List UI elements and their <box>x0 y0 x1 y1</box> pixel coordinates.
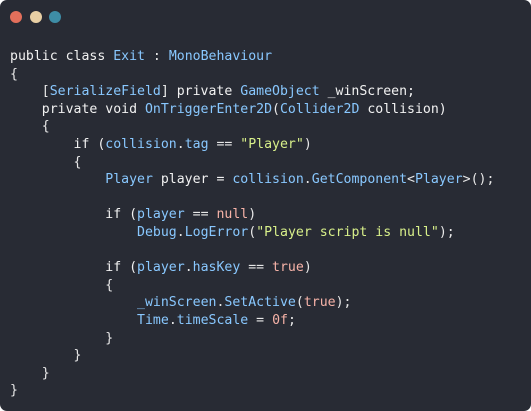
code-token: collision <box>105 136 177 152</box>
code-token: _winScreen; <box>319 84 415 100</box>
code-line: { <box>10 118 494 136</box>
code-line: { <box>10 154 494 172</box>
code-token: if ( <box>10 136 106 152</box>
code-token: "Player script is null" <box>256 224 439 240</box>
code-token: < <box>407 172 415 188</box>
code-line: Time.timeScale = 0f; <box>10 312 494 330</box>
code-token: ( <box>295 295 304 311</box>
code-token: SerializeField <box>49 84 161 100</box>
code-token: : <box>144 49 169 64</box>
code-token: if ( <box>10 207 138 223</box>
code-token: tag <box>184 136 209 152</box>
code-line: { <box>10 66 494 84</box>
code-line: if (player == null) <box>10 206 494 224</box>
code-token: Collider2D <box>279 101 360 117</box>
code-line: if (player.hasKey == true) <box>10 259 494 277</box>
code-token: } <box>10 348 82 364</box>
code-token: GetComponent <box>311 172 408 188</box>
code-token: Exit <box>113 49 145 64</box>
code-token: [ <box>10 84 50 100</box>
code-token: ); <box>438 224 455 240</box>
code-token: collision) <box>359 101 447 117</box>
code-token: 0f <box>272 312 288 328</box>
code-token: . <box>176 136 185 152</box>
code-line: { <box>10 277 494 295</box>
code-token: { <box>10 119 50 135</box>
code-line: if (collision.tag == "Player") <box>10 136 494 154</box>
title-bar <box>0 0 531 34</box>
code-line: Debug.LogError("Player script is null"); <box>10 224 494 242</box>
code-token: true <box>303 295 336 311</box>
code-token: timeScale <box>176 312 249 328</box>
code-token: } <box>10 365 50 381</box>
code-token: ] private <box>160 84 241 100</box>
code-token: >(); <box>462 172 495 188</box>
code-token: player <box>137 207 185 223</box>
code-token: == <box>240 260 273 276</box>
code-token: LogError <box>184 224 249 240</box>
code-token: Player <box>414 172 463 188</box>
code-token: . <box>168 312 177 328</box>
code-line: } <box>10 330 494 348</box>
code-token: . <box>184 260 193 276</box>
minimize-dot-icon[interactable] <box>30 11 42 23</box>
code-token: . <box>176 224 185 240</box>
code-token: = <box>248 312 273 328</box>
code-line: } <box>10 382 494 400</box>
code-token: _winScreen <box>137 295 217 311</box>
code-token: == <box>184 207 217 223</box>
code-line: public class Exit : MonoBehaviour <box>10 48 494 66</box>
code-token: true <box>272 260 304 276</box>
close-dot-icon[interactable] <box>10 11 22 23</box>
code-line: Player player = collision.GetComponent<P… <box>10 171 494 189</box>
code-token: player = <box>152 172 233 188</box>
code-line: private void OnTriggerEnter2D(Collider2D… <box>10 101 494 119</box>
code-token: ) <box>303 136 312 152</box>
code-token: private void <box>10 101 145 117</box>
code-line: _winScreen.SetActive(true); <box>10 294 494 312</box>
code-token: Debug <box>137 224 177 240</box>
code-token: == <box>208 136 241 152</box>
code-token: { <box>10 154 82 170</box>
code-token: ) <box>248 207 257 223</box>
code-token: Player <box>105 172 153 188</box>
code-token: ( <box>272 101 280 117</box>
code-token: } <box>10 383 18 399</box>
code-block: public class Exit : MonoBehaviour{ [Seri… <box>10 48 494 400</box>
code-token: ) <box>303 260 312 276</box>
code-line: [SerializeField] private GameObject _win… <box>10 83 494 101</box>
code-token: { <box>10 277 114 293</box>
code-token: collision <box>232 172 304 188</box>
code-window: public class Exit : MonoBehaviour{ [Seri… <box>0 0 531 411</box>
code-token: hasKey <box>192 260 241 276</box>
code-token: public class <box>10 49 114 64</box>
code-token: MonoBehaviour <box>168 49 273 64</box>
code-token: player <box>137 260 185 276</box>
code-token: OnTriggerEnter2D <box>144 101 273 117</box>
code-token: ); <box>335 295 352 311</box>
code-token: "Player" <box>240 136 304 152</box>
code-token: { <box>10 66 18 82</box>
code-token: Time <box>137 312 169 328</box>
code-token: ; <box>287 312 296 328</box>
code-token: . <box>303 172 312 188</box>
code-token: ( <box>248 224 257 240</box>
maximize-dot-icon[interactable] <box>49 11 61 23</box>
code-token: null <box>216 207 249 223</box>
code-token: SetActive <box>224 295 296 311</box>
code-token: GameObject <box>240 84 320 100</box>
code-line: } <box>10 347 494 365</box>
code-token: } <box>10 330 114 346</box>
code-token: if ( <box>10 260 138 276</box>
code-line: } <box>10 365 494 383</box>
